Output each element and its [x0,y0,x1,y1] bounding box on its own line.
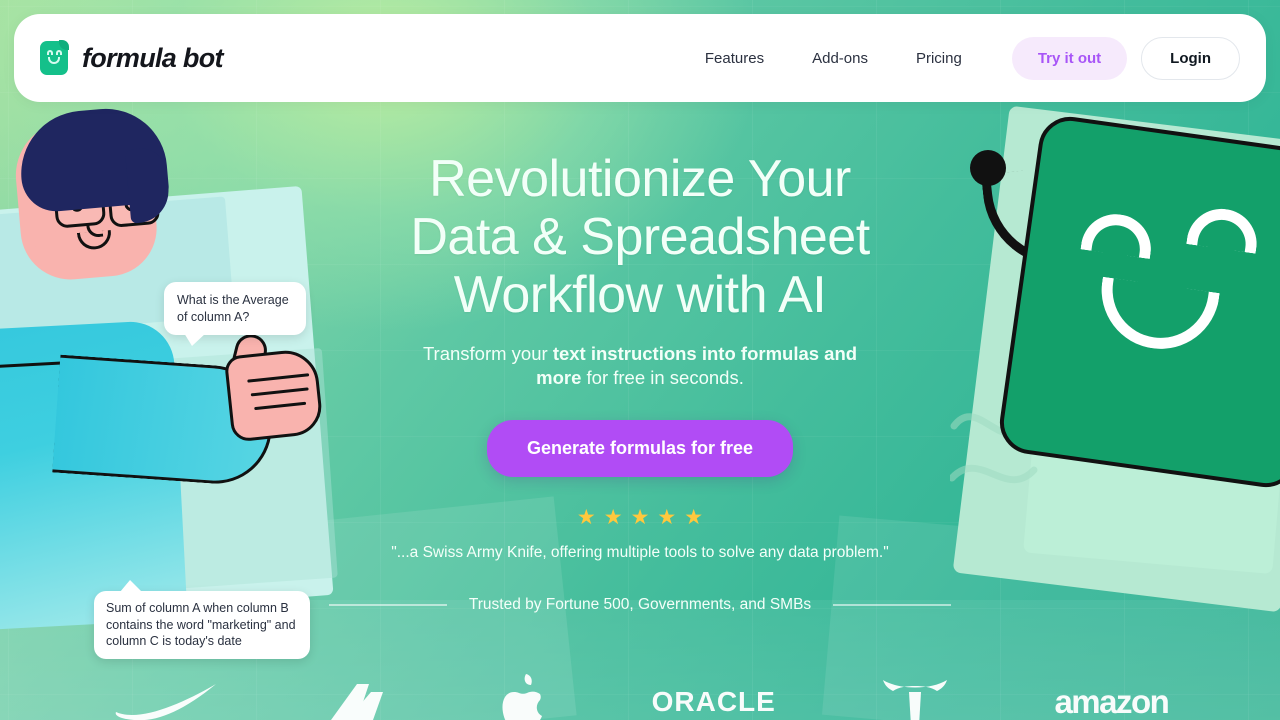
login-button[interactable]: Login [1141,36,1240,80]
brand-logo[interactable]: formula bot [40,40,223,75]
adidas-logo-icon [323,674,395,720]
nike-logo-icon [112,674,220,720]
star-icon: ★ [576,506,596,529]
apple-logo-icon [498,674,548,720]
oracle-logo: ORACLE [651,686,776,717]
smiley-document-icon [40,40,69,75]
rating-stars: ★ ★ ★ ★ ★ [577,507,703,528]
star-icon: ★ [657,506,677,529]
nav-link-pricing[interactable]: Pricing [892,50,986,67]
divider-left [328,604,447,606]
hero-subheading: Transform your text instructions into fo… [405,342,875,390]
generate-formulas-button[interactable]: Generate formulas for free [486,420,794,477]
nav-link-features[interactable]: Features [681,50,788,67]
amazon-logo: amazon [1054,683,1169,720]
tesla-logo-icon [879,674,951,720]
try-it-out-button[interactable]: Try it out [1011,36,1128,80]
divider-right [833,604,952,606]
top-navigation-bar: formula bot Features Add-ons Pricing Try… [14,14,1266,102]
testimonial-quote: "...a Swiss Army Knife, offering multipl… [391,544,889,561]
headline-line-2: Data & Spreadsheet [410,208,870,266]
nav-link-add-ons[interactable]: Add-ons [788,50,892,67]
page-title: Revolutionize Your Data & Spreadsheet Wo… [410,150,870,324]
subheading-prefix: Transform your [422,343,553,364]
customer-logo-strip: ORACLE amazon [0,670,1280,720]
hero-section: Revolutionize Your Data & Spreadsheet Wo… [0,150,1280,614]
star-icon: ★ [630,506,650,529]
star-icon: ★ [684,506,704,529]
headline-line-3: Workflow with AI [453,266,827,324]
star-icon: ★ [603,506,623,529]
subheading-suffix: for free in seconds. [581,367,744,388]
nav-links-group: Features Add-ons Pricing Try it out Logi… [681,36,1240,80]
trusted-by-label: Trusted by Fortune 500, Governments, and… [468,596,812,613]
brand-name: formula bot [82,42,223,73]
trusted-by-row: Trusted by Fortune 500, Governments, and… [0,596,1280,614]
headline-line-1: Revolutionize Your [429,150,851,208]
